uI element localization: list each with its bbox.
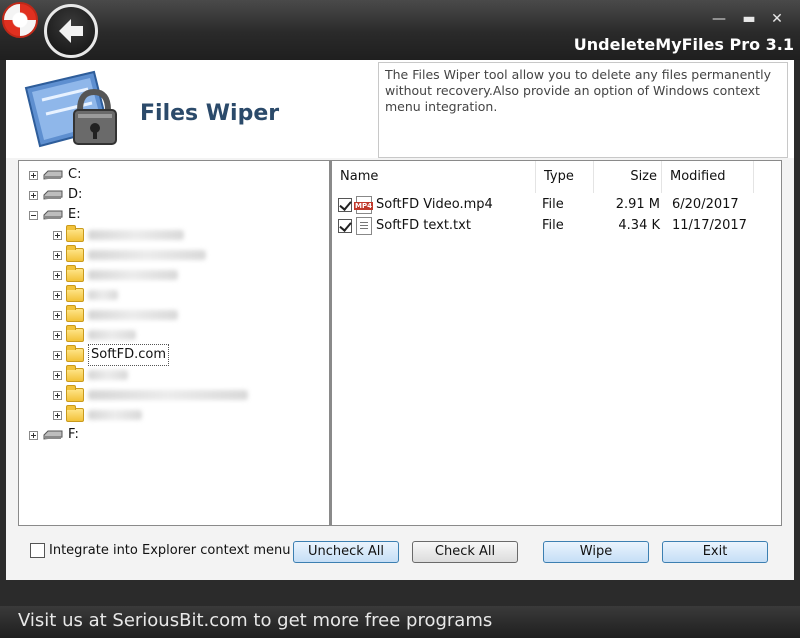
tree-folder-blurred[interactable]	[53, 305, 178, 325]
expand-icon[interactable]	[53, 330, 62, 340]
drive-icon	[43, 170, 63, 180]
tool-description: The Files Wiper tool allow you to delete…	[378, 62, 788, 158]
tree-folder-blurred[interactable]	[53, 365, 128, 385]
drive-icon	[43, 430, 63, 440]
folder-icon	[66, 385, 84, 402]
folder-icon	[66, 245, 84, 262]
footer-link[interactable]: Visit us at SeriousBit.com to get more f…	[18, 610, 492, 631]
tree-folder-blurred[interactable]	[53, 285, 118, 305]
expand-icon[interactable]	[29, 190, 38, 200]
file-modified: 6/20/2017	[672, 197, 739, 212]
folder-tree[interactable]: C: D: E: SoftFD.com F:	[18, 160, 330, 526]
tree-item-drive-c[interactable]: C:	[29, 165, 81, 185]
blurred-folder-label	[88, 290, 118, 300]
folder-icon	[66, 265, 84, 282]
blurred-folder-label	[88, 270, 178, 280]
file-name: SoftFD Video.mp4	[376, 197, 493, 212]
expand-icon[interactable]	[53, 250, 62, 260]
tree-folder-blurred[interactable]	[53, 405, 142, 425]
expand-icon[interactable]	[29, 430, 38, 440]
tree-folder-blurred[interactable]	[53, 245, 206, 265]
file-size: 4.34 K	[618, 218, 660, 233]
folder-icon	[66, 405, 84, 422]
footer-bar[interactable]: Visit us at SeriousBit.com to get more f…	[0, 606, 800, 638]
drive-icon	[43, 190, 63, 200]
exit-button[interactable]: Exit	[662, 541, 768, 563]
mp4-file-icon	[354, 195, 373, 214]
file-checkbox[interactable]	[338, 218, 352, 233]
tree-item-drive-f[interactable]: F:	[29, 425, 79, 445]
blurred-folder-label	[88, 230, 184, 240]
text-file-icon	[356, 216, 372, 235]
drive-icon	[43, 210, 63, 220]
column-header-size[interactable]: Size	[594, 161, 662, 193]
tree-folder-blurred[interactable]	[53, 325, 136, 345]
blurred-folder-label	[88, 310, 178, 320]
integrate-checkbox[interactable]	[30, 543, 45, 558]
tree-item-label: E:	[68, 207, 81, 222]
blurred-folder-label	[88, 330, 136, 340]
tree-item-label: D:	[68, 187, 83, 202]
tree-folder-blurred[interactable]	[53, 225, 184, 245]
blurred-folder-label	[88, 390, 248, 400]
expand-icon[interactable]	[53, 370, 62, 380]
file-size: 2.91 M	[615, 197, 660, 212]
file-type: File	[542, 218, 564, 233]
column-header-name[interactable]: Name	[332, 161, 536, 193]
tree-item-drive-e[interactable]: E:	[29, 205, 81, 225]
tree-item-label: F:	[68, 427, 79, 442]
file-type: File	[542, 197, 564, 212]
expand-icon[interactable]	[53, 230, 62, 240]
title-bar: — ▬ ✕ UndeleteMyFiles Pro 3.1	[0, 0, 800, 60]
blurred-folder-label	[88, 370, 128, 380]
folder-icon	[66, 325, 84, 342]
list-header: Name Type Size Modified	[332, 161, 781, 193]
expand-icon[interactable]	[53, 410, 62, 420]
window-title: UndeleteMyFiles Pro 3.1	[573, 35, 794, 54]
tool-title: Files Wiper	[140, 101, 280, 126]
folder-icon	[66, 305, 84, 322]
maximize-button[interactable]: ▬	[738, 10, 760, 28]
collapse-icon[interactable]	[29, 210, 38, 220]
blurred-folder-label	[88, 250, 206, 260]
expand-icon[interactable]	[53, 270, 62, 280]
tree-folder-blurred[interactable]	[53, 385, 248, 405]
file-row[interactable]: SoftFD Video.mp4 File 2.91 M 6/20/2017	[332, 194, 781, 215]
file-list[interactable]: Name Type Size Modified SoftFD Video.mp4…	[330, 160, 782, 526]
column-header-type[interactable]: Type	[536, 161, 594, 193]
main-panel: Files Wiper The Files Wiper tool allow y…	[6, 60, 794, 580]
tree-item-label: C:	[68, 167, 82, 182]
file-name: SoftFD text.txt	[376, 218, 471, 233]
expand-icon[interactable]	[29, 170, 38, 180]
tree-item-label: SoftFD.com	[88, 344, 170, 366]
files-wiper-lock-icon	[24, 70, 117, 148]
expand-icon[interactable]	[53, 310, 62, 320]
expand-icon[interactable]	[53, 390, 62, 400]
minimize-button[interactable]: —	[708, 10, 730, 28]
expand-icon[interactable]	[53, 290, 62, 300]
file-modified: 11/17/2017	[672, 218, 747, 233]
column-header-modified[interactable]: Modified	[662, 161, 754, 193]
tree-folder-softfd[interactable]: SoftFD.com	[53, 344, 170, 366]
lifebuoy-logo-icon	[2, 2, 38, 38]
folder-icon	[66, 225, 84, 242]
wipe-button[interactable]: Wipe	[543, 541, 649, 563]
blurred-folder-label	[88, 410, 142, 420]
uncheck-all-button[interactable]: Uncheck All	[293, 541, 399, 563]
integrate-label: Integrate into Explorer context menu	[49, 543, 291, 558]
file-row[interactable]: SoftFD text.txt File 4.34 K 11/17/2017	[332, 215, 781, 236]
check-all-button[interactable]: Check All	[412, 541, 518, 563]
folder-icon	[66, 365, 84, 382]
close-button[interactable]: ✕	[766, 10, 788, 28]
integrate-option[interactable]: Integrate into Explorer context menu	[30, 543, 291, 558]
tree-item-drive-d[interactable]: D:	[29, 185, 82, 205]
back-arrow-icon	[59, 19, 83, 43]
file-checkbox[interactable]	[338, 197, 352, 212]
tree-folder-blurred[interactable]	[53, 265, 178, 285]
expand-icon[interactable]	[53, 350, 62, 360]
folder-icon	[66, 285, 84, 302]
header-band: Files Wiper The Files Wiper tool allow y…	[6, 60, 794, 158]
folder-icon	[66, 345, 84, 362]
back-button[interactable]	[44, 4, 98, 58]
